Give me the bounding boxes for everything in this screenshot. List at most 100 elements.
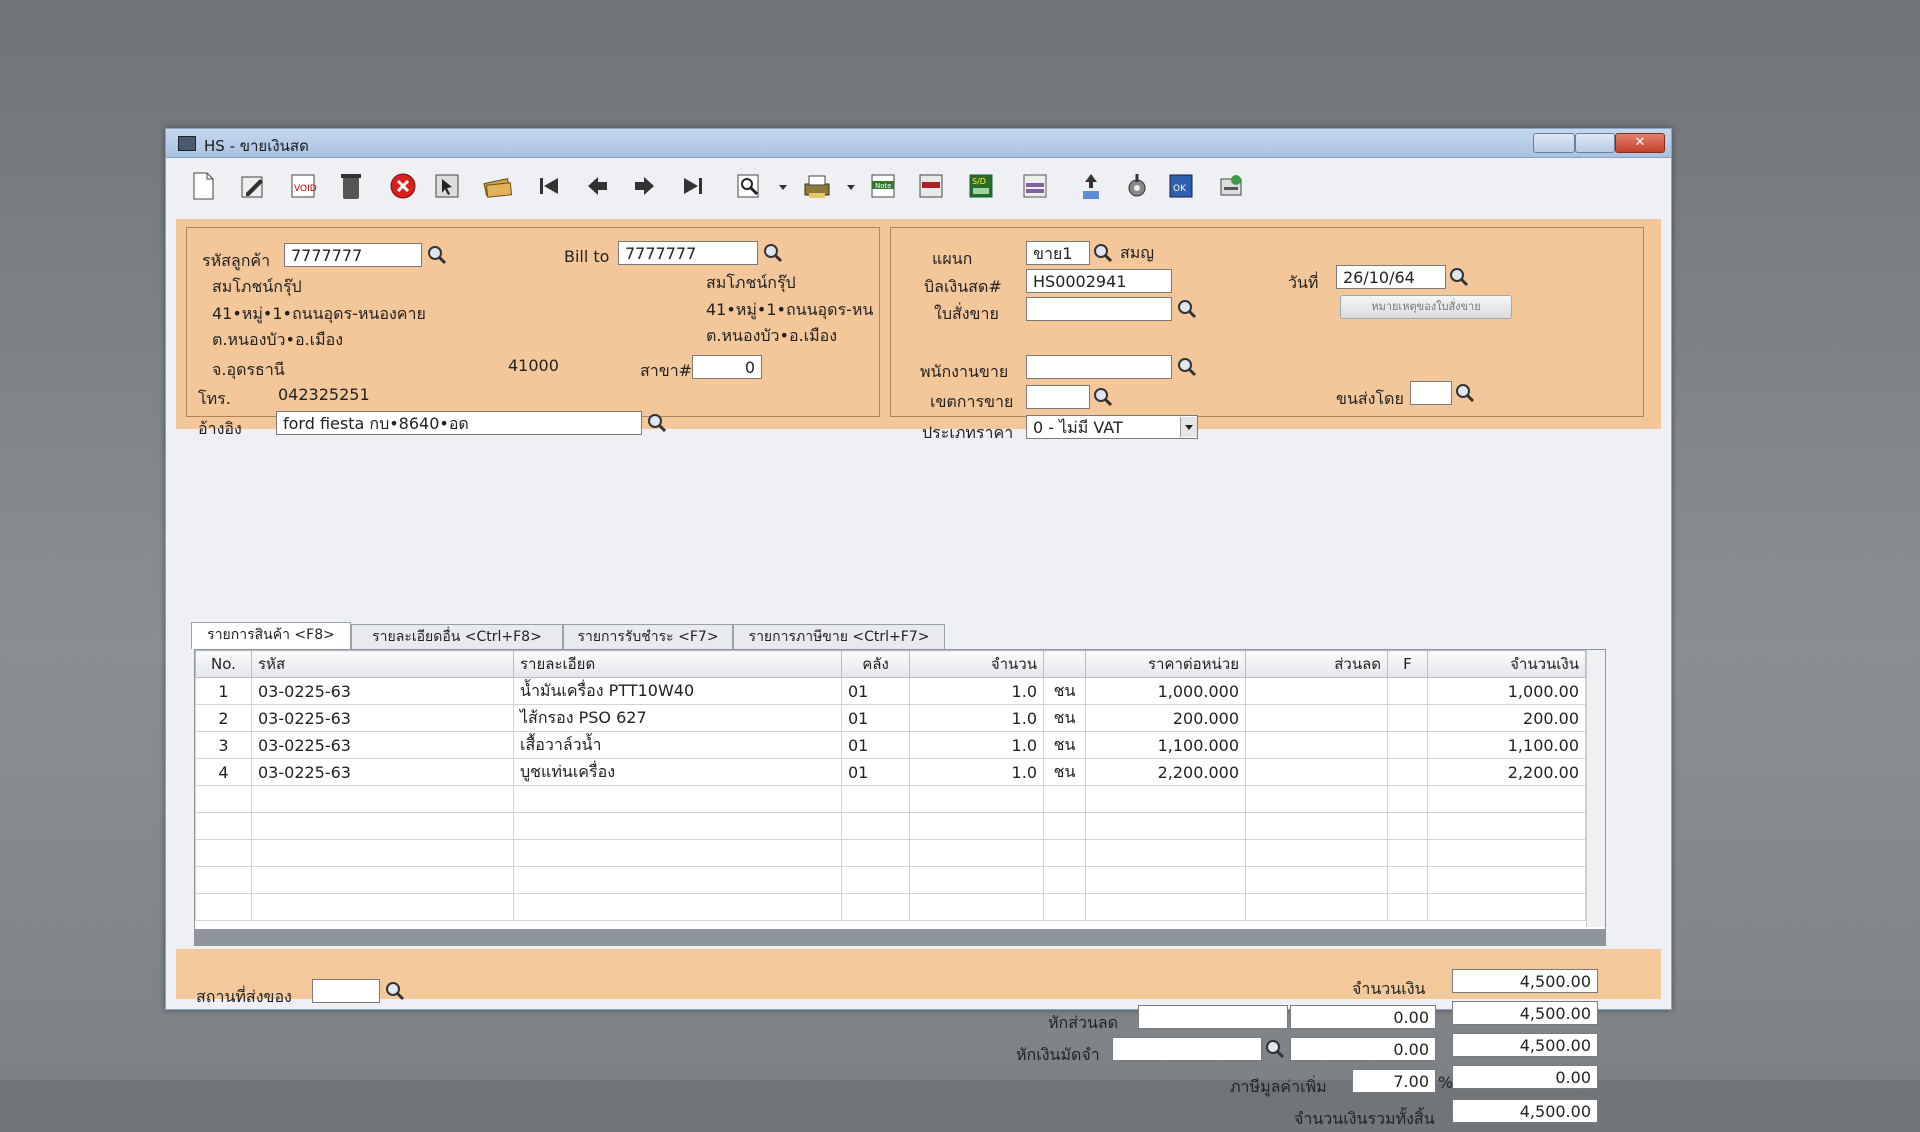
empty-cell[interactable] <box>841 812 910 840</box>
row-warehouse[interactable]: 01 <box>841 677 910 705</box>
row-flag[interactable] <box>1387 704 1428 732</box>
empty-cell[interactable] <box>195 893 252 921</box>
row-no[interactable]: 2 <box>195 704 252 732</box>
row-description[interactable]: ไส้กรอง PSO 627 <box>513 704 842 732</box>
row-amount[interactable]: 1,000.00 <box>1427 677 1586 705</box>
edit-icon[interactable] <box>236 169 270 203</box>
empty-cell[interactable] <box>909 785 1044 813</box>
empty-row[interactable] <box>195 812 1586 840</box>
maximize-button[interactable] <box>1575 133 1615 153</box>
empty-cell[interactable] <box>1427 785 1586 813</box>
row-unit-price[interactable]: 1,000.000 <box>1085 677 1246 705</box>
empty-cell[interactable] <box>1427 893 1586 921</box>
form-icon[interactable] <box>1018 169 1052 203</box>
col-unit-price[interactable]: ราคาต่อหน่วย <box>1085 650 1246 678</box>
grid-horizontal-scrollbar[interactable] <box>195 929 1605 945</box>
row-unit[interactable]: ชน <box>1043 758 1086 786</box>
select-icon[interactable] <box>430 169 464 203</box>
col-flag[interactable]: F <box>1387 650 1428 678</box>
tab-sales-tax[interactable]: รายการภาษีขาย <Ctrl+F7> <box>733 624 945 649</box>
empty-cell[interactable] <box>909 866 1044 894</box>
void-icon[interactable]: VOID <box>286 169 320 203</box>
row-flag[interactable] <box>1387 677 1428 705</box>
empty-row[interactable] <box>195 839 1586 867</box>
deposit-search-icon[interactable] <box>1264 1038 1286 1060</box>
last-icon[interactable] <box>676 169 710 203</box>
row-description[interactable]: น้ำมันเครื่อง PTT10W40 <box>513 677 842 705</box>
row-amount[interactable]: 1,100.00 <box>1427 731 1586 759</box>
empty-cell[interactable] <box>251 812 514 840</box>
row-unit-price[interactable]: 2,200.000 <box>1085 758 1246 786</box>
print-icon[interactable] <box>800 169 834 203</box>
print-mail-icon[interactable] <box>1214 169 1248 203</box>
row-amount[interactable]: 200.00 <box>1427 704 1586 732</box>
empty-cell[interactable] <box>909 893 1044 921</box>
empty-cell[interactable] <box>1085 812 1246 840</box>
row-qty[interactable]: 1.0 <box>909 758 1044 786</box>
empty-cell[interactable] <box>513 785 842 813</box>
empty-row[interactable] <box>195 866 1586 894</box>
empty-cell[interactable] <box>1387 785 1428 813</box>
empty-cell[interactable] <box>1043 839 1086 867</box>
sales-order-search-icon[interactable] <box>1176 298 1198 320</box>
col-description[interactable]: รายละเอียด <box>513 650 842 678</box>
empty-cell[interactable] <box>1245 812 1388 840</box>
empty-cell[interactable] <box>1043 866 1086 894</box>
empty-cell[interactable] <box>513 866 842 894</box>
empty-cell[interactable] <box>195 812 252 840</box>
row-code[interactable]: 03-0225-63 <box>251 704 514 732</box>
empty-cell[interactable] <box>1387 866 1428 894</box>
grid-vertical-scrollbar[interactable] <box>1586 650 1605 927</box>
row-qty[interactable]: 1.0 <box>909 677 1044 705</box>
deposit-field[interactable] <box>1112 1037 1262 1061</box>
delete-icon[interactable] <box>334 169 368 203</box>
ref-search-icon[interactable] <box>646 412 668 434</box>
items-grid[interactable]: No. รหัส รายละเอียด คลัง จำนวน ราคาต่อหน… <box>194 649 1606 946</box>
empty-cell[interactable] <box>1245 893 1388 921</box>
ok-icon[interactable]: OK <box>1164 169 1198 203</box>
delivery-place-field[interactable] <box>312 979 380 1003</box>
table-row[interactable]: 4 03-0225-63 บูชแท่นเครื่อง 01 1.0 ชน 2,200.00… <box>195 758 1586 786</box>
col-discount[interactable]: ส่วนลด <box>1245 650 1388 678</box>
title-bar[interactable]: HS - ขายเงินสด ✕ <box>166 129 1671 158</box>
empty-cell[interactable] <box>1245 866 1388 894</box>
empty-cell[interactable] <box>1085 893 1246 921</box>
table-row[interactable]: 3 03-0225-63 เสื้อวาล์วน้ำ 01 1.0 ชน 1,100.000… <box>195 731 1586 759</box>
row-description[interactable]: เสื้อวาล์วน้ำ <box>513 731 842 759</box>
row-qty[interactable]: 1.0 <box>909 731 1044 759</box>
row-no[interactable]: 4 <box>195 758 252 786</box>
row-code[interactable]: 03-0225-63 <box>251 677 514 705</box>
empty-cell[interactable] <box>1085 866 1246 894</box>
dept-field[interactable]: ขาย1 <box>1026 241 1090 265</box>
empty-cell[interactable] <box>1043 893 1086 921</box>
col-amount[interactable]: จำนวนเงิน <box>1427 650 1586 678</box>
salesman-field[interactable] <box>1026 355 1172 379</box>
row-warehouse[interactable]: 01 <box>841 758 910 786</box>
note-icon[interactable]: Note <box>866 169 900 203</box>
billto-search-icon[interactable] <box>762 242 784 264</box>
empty-cell[interactable] <box>1427 839 1586 867</box>
chevron-down-icon[interactable] <box>1180 417 1197 437</box>
col-no[interactable]: No. <box>195 650 252 678</box>
row-unit[interactable]: ชน <box>1043 731 1086 759</box>
new-doc-icon[interactable] <box>186 169 220 203</box>
empty-cell[interactable] <box>195 839 252 867</box>
upload-ok-icon[interactable] <box>1074 169 1108 203</box>
customer-search-icon[interactable] <box>426 244 448 266</box>
ship-by-field[interactable] <box>1410 381 1452 405</box>
empty-cell[interactable] <box>1387 812 1428 840</box>
empty-cell[interactable] <box>251 785 514 813</box>
empty-cell[interactable] <box>513 839 842 867</box>
empty-cell[interactable] <box>513 893 842 921</box>
print-dropdown-icon[interactable] <box>834 169 855 203</box>
row-warehouse[interactable]: 01 <box>841 731 910 759</box>
row-warehouse[interactable]: 01 <box>841 704 910 732</box>
row-description[interactable]: บูชแท่นเครื่อง <box>513 758 842 786</box>
row-no[interactable]: 3 <box>195 731 252 759</box>
sales-area-field[interactable] <box>1026 385 1090 409</box>
close-button[interactable]: ✕ <box>1615 133 1665 153</box>
empty-cell[interactable] <box>251 893 514 921</box>
row-flag[interactable] <box>1387 758 1428 786</box>
sales-order-field[interactable] <box>1026 297 1172 321</box>
col-warehouse[interactable]: คลัง <box>841 650 910 678</box>
